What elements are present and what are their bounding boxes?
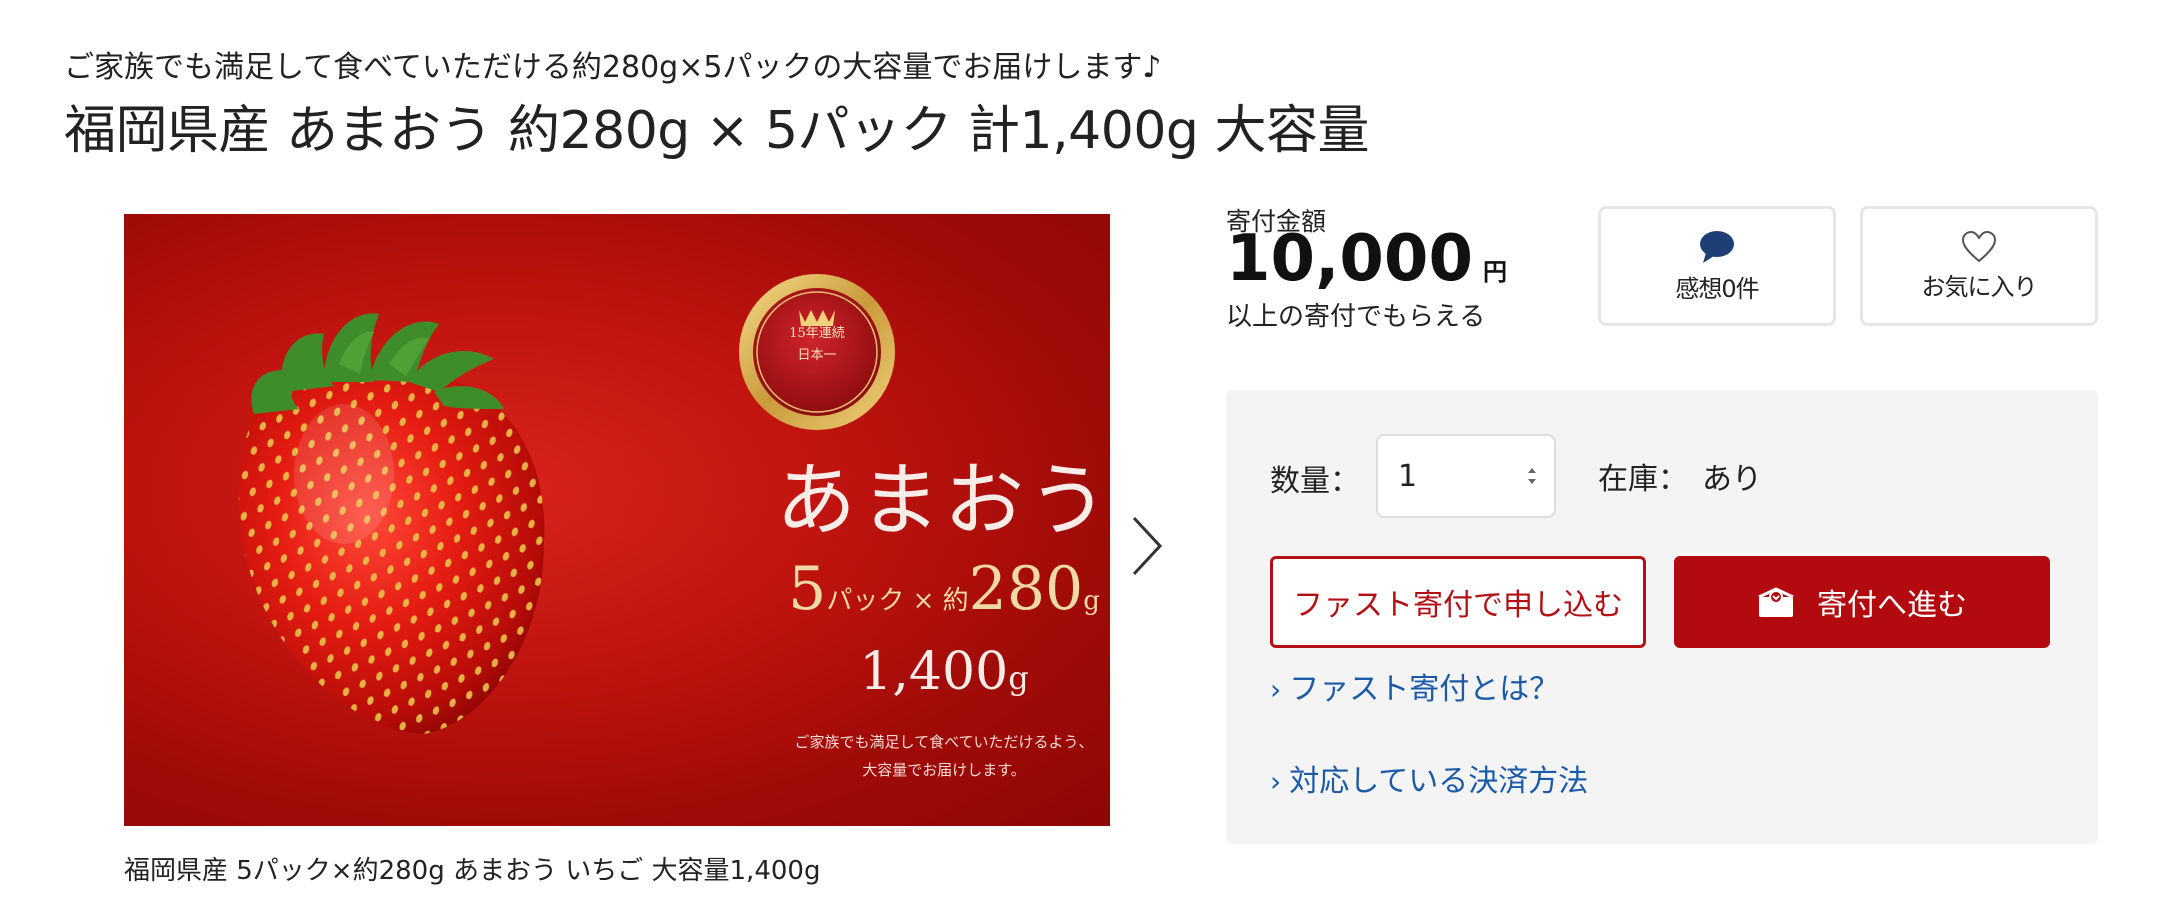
page-title: 福岡県産 あまおう 約280g × 5パック 計1,400g 大容量 — [64, 101, 1369, 161]
chevron-right-icon[interactable] — [1124, 514, 1168, 578]
quantity-select[interactable]: 1 — [1376, 434, 1556, 518]
stock-status: 在庫： あり — [1598, 462, 1762, 497]
gift-box-icon — [1758, 587, 1794, 617]
payment-methods-link[interactable]: › 対応している決済方法 — [1270, 756, 1588, 800]
quantity-value: 1 — [1398, 458, 1418, 494]
hero-product-name: あまおう — [776, 454, 1110, 547]
review-button[interactable]: 感想0件 — [1598, 206, 1836, 326]
catch-copy: ご家族でも満足して食べていただける約280g×5パックの大容量でお届けします♪ — [64, 50, 1162, 85]
product-image[interactable]: 15年連続 日本一 あまおう 5パック × 約280g 1,400g ご家族でも… — [124, 214, 1110, 826]
fast-donation-button[interactable]: ファスト寄付で申し込む — [1270, 556, 1646, 648]
badge-line2: 日本一 — [797, 348, 837, 363]
favorite-button[interactable]: お気に入り — [1860, 206, 2098, 326]
hero-note: ご家族でも満足して食べていただけるよう、 大容量でお届けします。 — [794, 733, 1094, 779]
donate-button-label: 寄付へ進む — [1817, 588, 1967, 623]
quantity-label: 数量： — [1270, 464, 1360, 499]
review-label: 感想0件 — [1675, 274, 1759, 303]
donate-button[interactable]: 寄付へ進む — [1674, 556, 2050, 648]
donation-amount: 10,000 円 — [1226, 222, 1507, 296]
favorite-label: お気に入り — [1921, 272, 2038, 301]
speech-bubble-icon — [1700, 230, 1734, 263]
heart-icon — [1961, 230, 1997, 262]
select-arrows-icon — [1528, 468, 1536, 484]
image-caption: 福岡県産 5パック×約280g あまおう いちご 大容量1,400g — [124, 856, 821, 886]
donation-subtext: 以上の寄付でもらえる — [1226, 302, 1486, 332]
fast-donation-info-link[interactable]: › ファスト寄付とは？ — [1270, 664, 1559, 708]
hero-pack-info: 5パック × 約280g — [788, 554, 1100, 624]
badge-line1: 15年連続 — [789, 326, 845, 341]
hero-total-weight: 1,400g — [859, 642, 1029, 702]
product-page: ご家族でも満足して食べていただける約280g×5パックの大容量でお届けします♪ … — [0, 0, 2160, 908]
